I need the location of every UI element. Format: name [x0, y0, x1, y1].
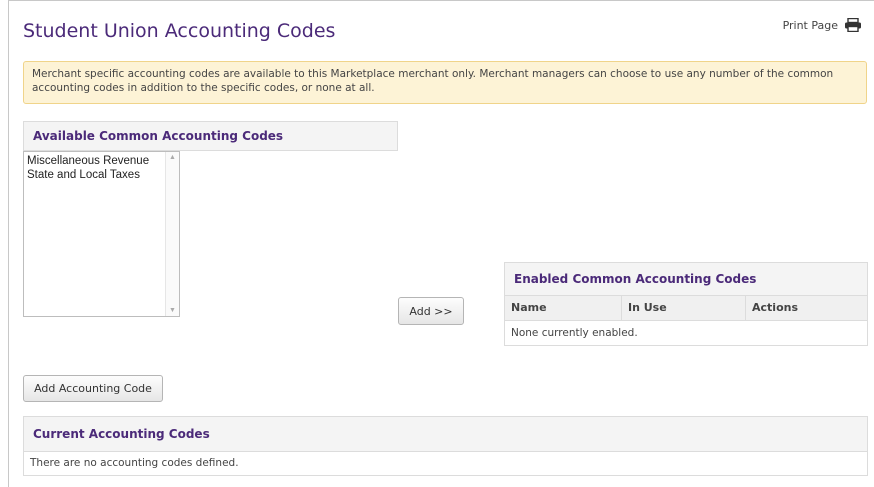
- listbox-scrollbar[interactable]: ▲ ▼: [165, 152, 179, 316]
- print-page-label: Print Page: [782, 18, 838, 32]
- add-accounting-code-button[interactable]: Add Accounting Code: [23, 375, 163, 402]
- info-notice: Merchant specific accounting codes are a…: [23, 61, 867, 104]
- column-divider: [621, 296, 622, 320]
- printer-icon: [844, 17, 862, 33]
- available-codes-listbox[interactable]: Miscellaneous Revenue State and Local Ta…: [23, 151, 180, 317]
- current-codes-empty-message: There are no accounting codes defined.: [23, 452, 868, 476]
- print-page-link[interactable]: Print Page: [782, 17, 862, 33]
- scroll-up-icon[interactable]: ▲: [169, 154, 176, 161]
- column-header-actions: Actions: [752, 301, 798, 314]
- column-header-in-use: In Use: [628, 301, 667, 314]
- current-codes-header: Current Accounting Codes: [23, 416, 868, 452]
- available-codes-header: Available Common Accounting Codes: [23, 121, 398, 151]
- column-divider: [745, 296, 746, 320]
- scroll-down-icon[interactable]: ▼: [169, 307, 176, 314]
- enabled-codes-empty-message: None currently enabled.: [504, 321, 868, 346]
- add-button[interactable]: Add >>: [398, 297, 464, 325]
- enabled-codes-header: Enabled Common Accounting Codes: [504, 262, 868, 296]
- enabled-codes-column-headers: Name In Use Actions: [504, 296, 868, 321]
- list-item[interactable]: Miscellaneous Revenue: [27, 154, 179, 168]
- list-item[interactable]: State and Local Taxes: [27, 168, 179, 182]
- page-title: Student Union Accounting Codes: [23, 20, 336, 42]
- column-header-name: Name: [511, 301, 547, 314]
